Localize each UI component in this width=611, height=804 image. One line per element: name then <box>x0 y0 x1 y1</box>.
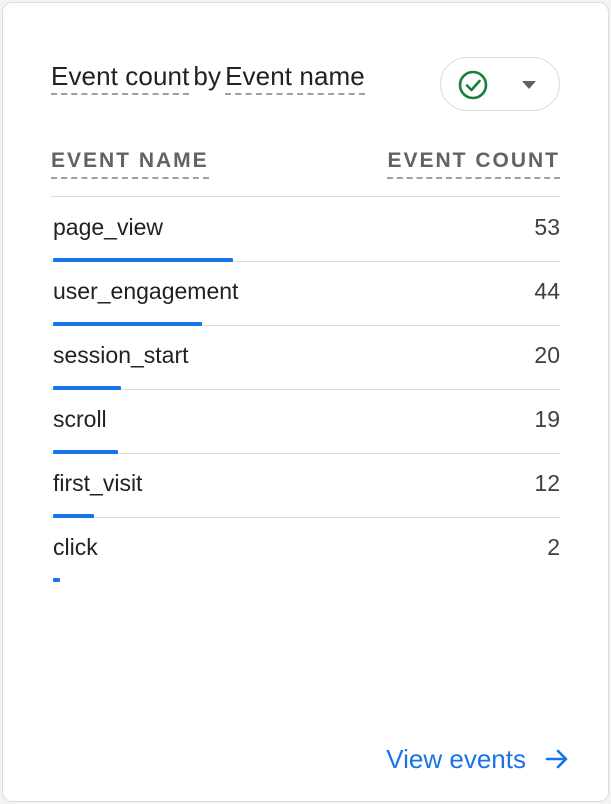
column-header-event-count[interactable]: EVENT COUNT <box>387 149 560 179</box>
event-table-body: page_view 53 user_engagement 44 session_star… <box>51 198 560 582</box>
table-row[interactable]: user_engagement 44 <box>51 262 560 326</box>
event-count-card: Event count by Event name EVENT NAME EVENT… <box>2 2 609 802</box>
event-count-cell: 53 <box>534 214 560 240</box>
title-connector: by <box>193 61 222 91</box>
table-row[interactable]: session_start 20 <box>51 326 560 390</box>
event-name-cell: scroll <box>53 406 107 432</box>
column-header-event-name[interactable]: EVENT NAME <box>51 149 209 179</box>
metric-label[interactable]: Event count <box>51 61 190 95</box>
card-title: Event count by Event name <box>51 61 365 95</box>
event-count-cell: 2 <box>547 534 560 560</box>
event-name-cell: user_engagement <box>53 278 239 304</box>
card-header: Event count by Event name <box>51 57 560 113</box>
event-count-cell: 19 <box>534 406 560 432</box>
table-row[interactable]: first_visit 12 <box>51 454 560 518</box>
event-count-cell: 44 <box>534 278 560 304</box>
event-count-cell: 20 <box>534 342 560 368</box>
comparison-picker-button[interactable] <box>440 57 560 111</box>
dimension-label[interactable]: Event name <box>225 61 365 95</box>
table-header: EVENT NAME EVENT COUNT <box>51 149 560 197</box>
check-circle-icon <box>458 70 488 100</box>
table-row[interactable]: click 2 <box>51 518 560 582</box>
event-count-cell: 12 <box>534 470 560 496</box>
caret-down-icon <box>522 81 536 89</box>
event-name-cell: page_view <box>53 214 163 240</box>
table-row[interactable]: scroll 19 <box>51 390 560 454</box>
event-name-cell: session_start <box>53 342 189 368</box>
view-events-link[interactable]: View events <box>386 739 570 779</box>
view-events-label: View events <box>386 743 526 774</box>
arrow-right-icon <box>545 749 568 769</box>
event-count-bar <box>53 578 60 582</box>
event-name-cell: first_visit <box>53 470 143 496</box>
table-row[interactable]: page_view 53 <box>51 198 560 262</box>
event-name-cell: click <box>53 534 98 560</box>
